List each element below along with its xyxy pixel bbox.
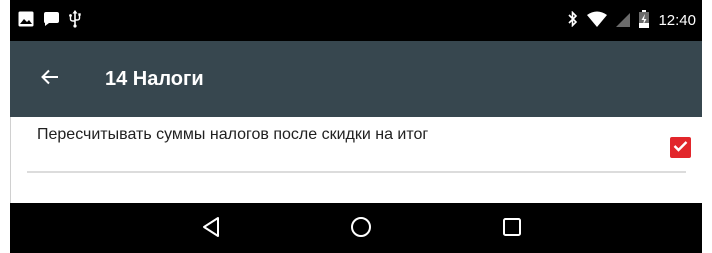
back-triangle-icon xyxy=(201,216,221,243)
nav-back-button[interactable] xyxy=(196,214,226,244)
bluetooth-icon xyxy=(568,10,578,32)
status-bar-notifications xyxy=(18,9,81,33)
back-button[interactable] xyxy=(34,63,66,95)
settings-list: Пересчитывать суммы налогов после скидки… xyxy=(10,117,702,203)
chat-bubble-icon xyxy=(43,11,60,32)
status-bar: 12:40 xyxy=(10,0,702,41)
recalculate-taxes-checkbox[interactable] xyxy=(670,137,691,158)
status-bar-system: 12:40 xyxy=(568,9,696,33)
arrow-left-icon xyxy=(41,69,59,90)
battery-charging-icon xyxy=(639,9,650,33)
image-icon xyxy=(18,11,34,32)
home-circle-icon xyxy=(350,216,372,243)
app-screen: 12:40 14 Налоги Пересчитывать суммы нало… xyxy=(10,0,702,253)
page-title: 14 Налоги xyxy=(105,68,204,90)
app-toolbar: 14 Налоги xyxy=(10,41,702,117)
status-bar-time: 12:40 xyxy=(658,12,696,29)
setting-row-recalculate-taxes[interactable]: Пересчитывать суммы налогов после скидки… xyxy=(10,117,702,172)
wifi-icon xyxy=(587,11,608,32)
setting-label: Пересчитывать суммы налогов после скидки… xyxy=(37,126,429,143)
usb-icon xyxy=(69,9,81,33)
nav-home-button[interactable] xyxy=(346,214,376,244)
nav-recents-button[interactable] xyxy=(497,214,527,244)
list-divider xyxy=(27,171,686,173)
check-icon xyxy=(673,139,688,157)
cell-signal-icon xyxy=(616,11,631,32)
recents-square-icon xyxy=(502,217,522,242)
navigation-bar xyxy=(10,203,702,253)
